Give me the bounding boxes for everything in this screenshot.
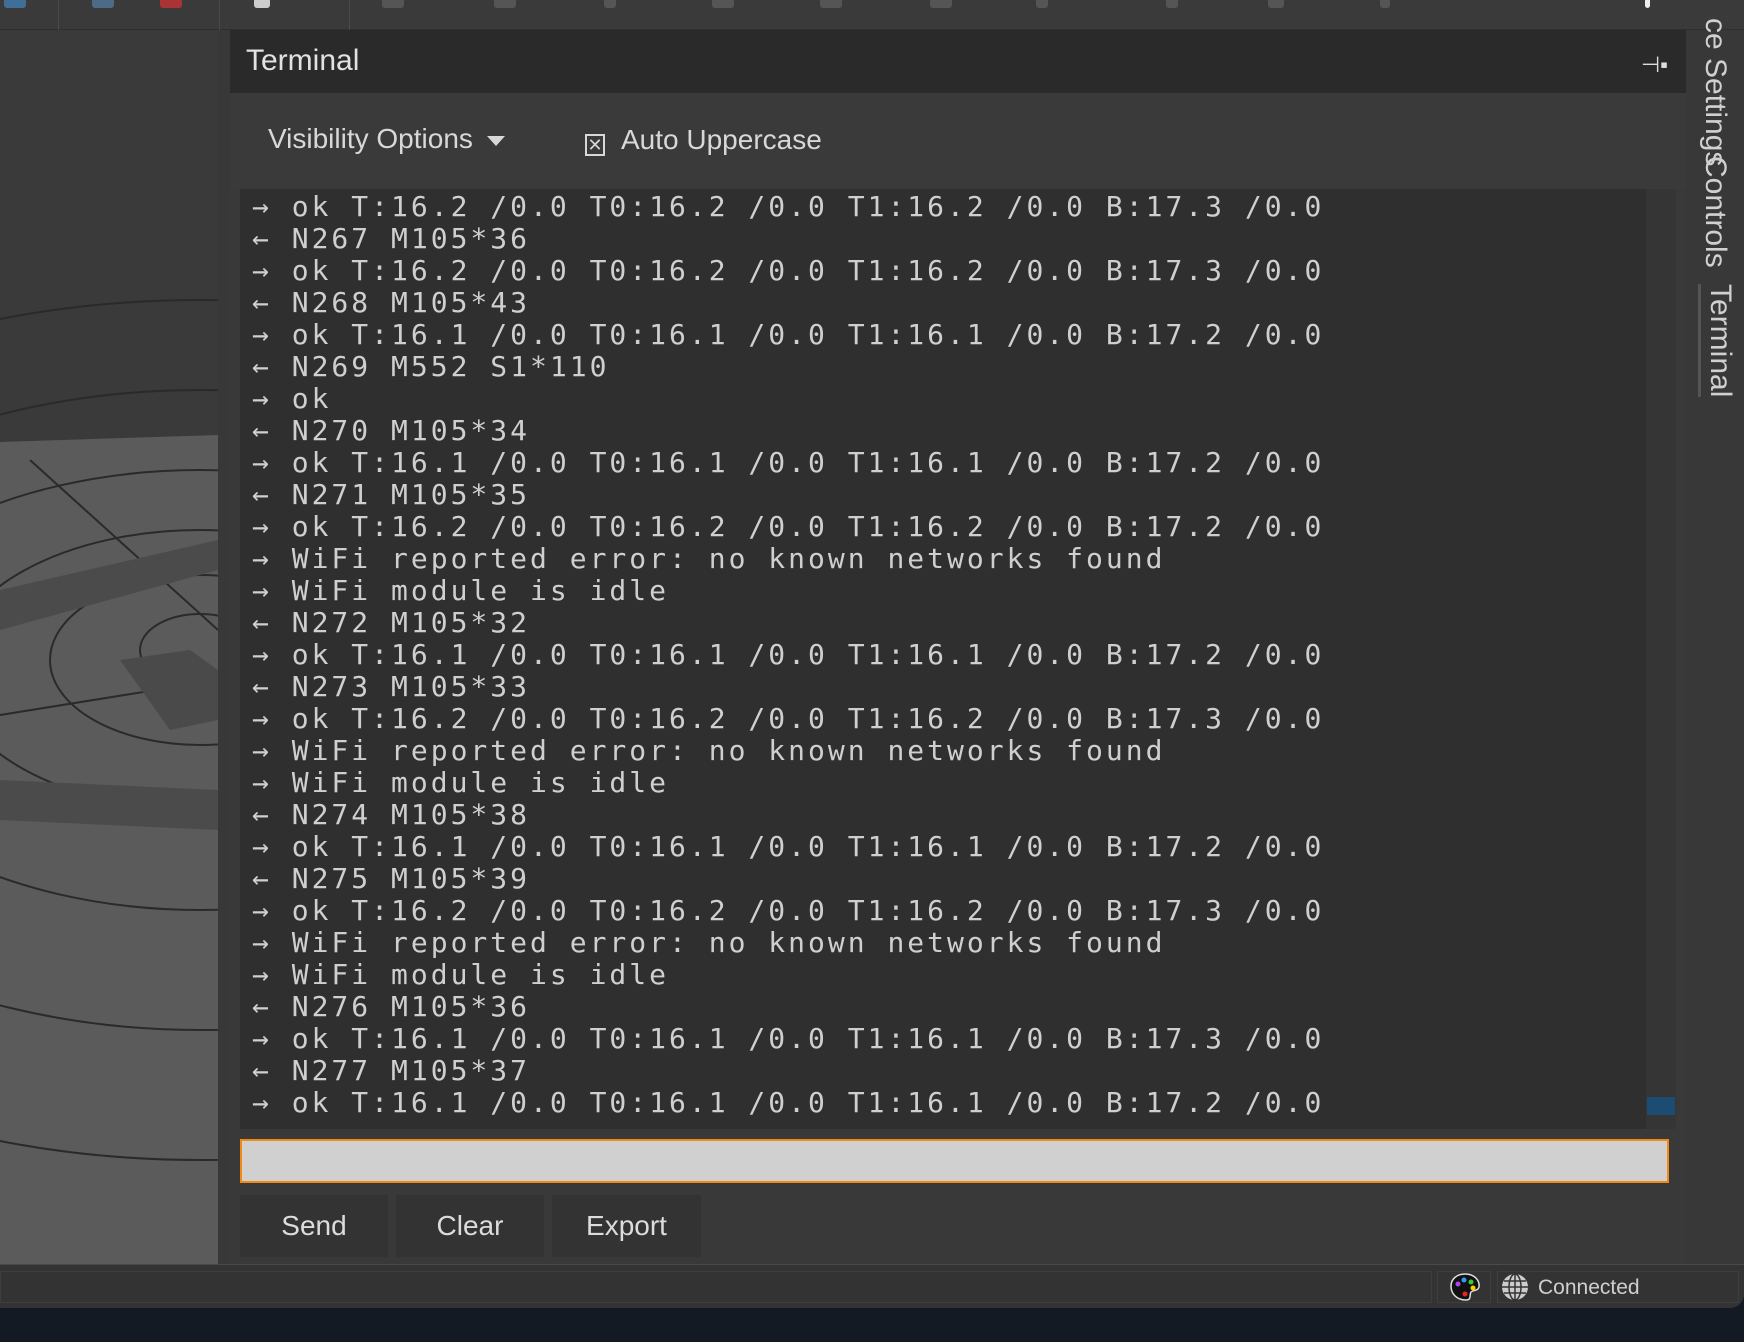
tab-device-settings[interactable]: ce Settings <box>1698 18 1732 166</box>
log-line: ← N271 M105*35 <box>252 478 531 511</box>
pin-icon[interactable]: ⊣▪ <box>1641 52 1668 78</box>
toolbar-icon[interactable] <box>1268 0 1284 8</box>
send-button[interactable]: Send <box>240 1195 388 1257</box>
auto-uppercase-label: Auto Uppercase <box>621 124 822 155</box>
visibility-options-dropdown[interactable]: Visibility Options <box>268 123 505 155</box>
panel-title: Terminal <box>246 44 360 77</box>
export-button[interactable]: Export <box>552 1195 701 1257</box>
status-cell <box>0 1271 1432 1303</box>
scrollbar-thumb[interactable] <box>1647 1097 1675 1115</box>
log-line: → ok T:16.2 /0.0 T0:16.2 /0.0 T1:16.2 /0… <box>252 702 1325 735</box>
log-line: → WiFi module is idle <box>252 958 670 991</box>
log-line: → WiFi reported error: no known networks… <box>252 542 1166 575</box>
toolbar-divider <box>219 0 220 30</box>
clear-button[interactable]: Clear <box>396 1195 544 1257</box>
log-line: → WiFi reported error: no known networks… <box>252 926 1166 959</box>
status-cell <box>1437 1271 1491 1303</box>
caret-down-icon <box>486 135 505 146</box>
toolbar-icon[interactable] <box>254 0 270 8</box>
log-line: ← N276 M105*36 <box>252 990 531 1023</box>
log-line: → ok T:16.2 /0.0 T0:16.2 /0.0 T1:16.2 /0… <box>252 510 1325 543</box>
log-line: → ok <box>252 382 332 415</box>
toolbar-divider <box>349 0 350 30</box>
auto-uppercase-checkbox[interactable]: ✕ Auto Uppercase <box>585 124 822 156</box>
log-line: ← N272 M105*32 <box>252 606 531 639</box>
panel-header: Terminal ⊣▪ <box>230 30 1686 93</box>
toolbar-icon[interactable] <box>1380 0 1390 8</box>
terminal-controls: Visibility Options ✕ Auto Uppercase <box>230 93 1686 189</box>
side-tab-bar: ce Settings Controls Terminal <box>1690 18 1744 1264</box>
toolbar-icon[interactable] <box>712 0 734 8</box>
toolbar-icon[interactable] <box>820 0 842 8</box>
toolbar-icon[interactable] <box>930 0 952 8</box>
log-line: → ok T:16.1 /0.0 T0:16.1 /0.0 T1:16.1 /0… <box>252 318 1325 351</box>
3d-viewport[interactable] <box>0 30 218 1264</box>
toolbar-icon[interactable] <box>1166 0 1178 8</box>
log-line: ← N275 M105*39 <box>252 862 531 895</box>
tab-controls[interactable]: Controls <box>1698 156 1732 268</box>
palette-icon[interactable] <box>1448 1272 1482 1302</box>
terminal-panel: Terminal ⊣▪ Visibility Options ✕ Auto Upp… <box>230 30 1686 1264</box>
log-line: → ok T:16.2 /0.0 T0:16.2 /0.0 T1:16.2 /0… <box>252 190 1325 223</box>
more-icon[interactable] <box>1645 0 1650 8</box>
toolbar-divider <box>58 0 59 30</box>
app-window: Terminal ⊣▪ Visibility Options ✕ Auto Upp… <box>0 0 1744 1308</box>
log-line: ← N277 M105*37 <box>252 1054 531 1087</box>
log-line: → WiFi reported error: no known networks… <box>252 734 1166 767</box>
log-scrollbar[interactable] <box>1646 189 1676 1129</box>
log-lines: → ok T:16.2 /0.0 T0:16.2 /0.0 T1:16.2 /0… <box>240 191 1640 1119</box>
toolbar-icon[interactable] <box>1036 0 1048 8</box>
toolbar-icon[interactable] <box>382 0 404 8</box>
status-bar: Connected <box>0 1264 1744 1308</box>
tab-terminal[interactable]: Terminal <box>1698 284 1737 398</box>
log-line: → ok T:16.2 /0.0 T0:16.2 /0.0 T1:16.2 /0… <box>252 254 1325 287</box>
print-bed-render <box>0 299 218 1264</box>
visibility-options-label: Visibility Options <box>268 123 473 154</box>
log-line: → ok T:16.1 /0.0 T0:16.1 /0.0 T1:16.1 /0… <box>252 1086 1325 1119</box>
log-line: ← N274 M105*38 <box>252 798 531 831</box>
toolbar-icon[interactable] <box>494 0 516 8</box>
terminal-log[interactable]: → ok T:16.2 /0.0 T0:16.2 /0.0 T1:16.2 /0… <box>240 189 1676 1129</box>
close-icon[interactable] <box>160 0 182 8</box>
log-line: → ok T:16.1 /0.0 T0:16.1 /0.0 T1:16.1 /0… <box>252 446 1325 479</box>
toolbar-icon[interactable] <box>604 0 616 8</box>
log-line: → WiFi module is idle <box>252 766 670 799</box>
toolbar <box>0 0 1744 30</box>
globe-icon <box>1502 1273 1528 1301</box>
toolbar-icon[interactable] <box>4 0 26 8</box>
log-line: → ok T:16.1 /0.0 T0:16.1 /0.0 T1:16.1 /0… <box>252 830 1325 863</box>
checkbox-checked-icon: ✕ <box>585 134 605 156</box>
log-line: ← N273 M105*33 <box>252 670 531 703</box>
log-line: ← N270 M105*34 <box>252 414 531 447</box>
connection-status-label: Connected <box>1538 1276 1640 1299</box>
log-line: → WiFi module is idle <box>252 574 670 607</box>
log-line: → ok T:16.1 /0.0 T0:16.1 /0.0 T1:16.1 /0… <box>252 1022 1325 1055</box>
toolbar-icon[interactable] <box>92 0 114 8</box>
log-line: ← N267 M105*36 <box>252 222 531 255</box>
command-input[interactable] <box>240 1139 1669 1183</box>
log-line: → ok T:16.1 /0.0 T0:16.1 /0.0 T1:16.1 /0… <box>252 638 1325 671</box>
log-line: ← N268 M105*43 <box>252 286 531 319</box>
log-line: → ok T:16.2 /0.0 T0:16.2 /0.0 T1:16.2 /0… <box>252 894 1325 927</box>
log-line: ← N269 M552 S1*110 <box>252 350 610 383</box>
